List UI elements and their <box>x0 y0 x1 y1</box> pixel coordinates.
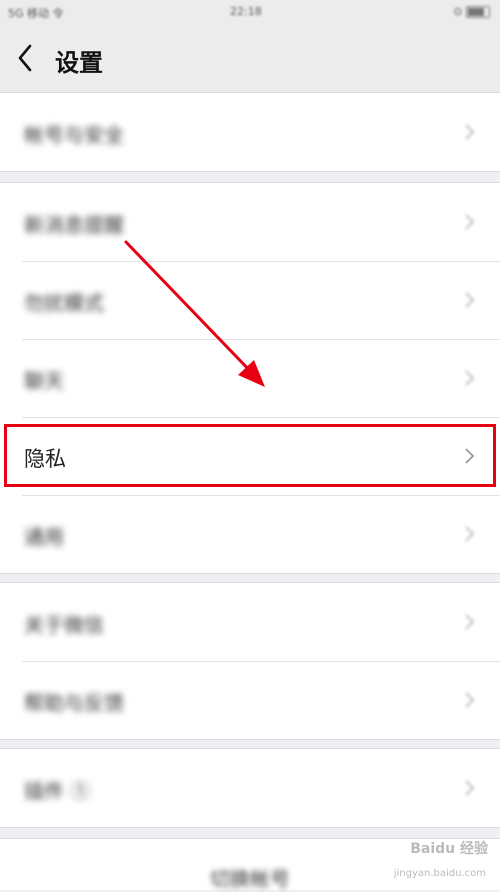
settings-item-general[interactable]: 通用 <box>0 495 500 573</box>
settings-item-plugins[interactable]: 插件 ① <box>0 749 500 827</box>
chevron-right-icon <box>465 692 475 708</box>
settings-item-label: 勿扰模式 <box>24 291 104 315</box>
settings-item-label: 通用 <box>24 525 64 549</box>
settings-item-privacy[interactable]: 隐私 <box>0 417 500 495</box>
settings-item-account-security[interactable]: 帐号与安全 <box>0 93 500 171</box>
settings-item-label: 新消息提醒 <box>24 213 124 237</box>
watermark-logo: Baidu 经验 <box>410 841 488 857</box>
settings-item-label: 帮助与反馈 <box>24 691 124 715</box>
settings-item-do-not-disturb[interactable]: 勿扰模式 <box>0 261 500 339</box>
settings-group-general: 新消息提醒 勿扰模式 聊天 隐私 通用 <box>0 182 500 574</box>
alarm-icon: ⊙ <box>453 5 463 18</box>
chevron-right-icon <box>465 124 475 140</box>
settings-item-notifications[interactable]: 新消息提醒 <box>0 183 500 261</box>
settings-group-about: 关于微信 帮助与反馈 <box>0 582 500 740</box>
chevron-left-icon <box>18 44 32 72</box>
status-icons: ⊙ <box>453 5 490 18</box>
settings-item-label: 插件 ① <box>24 779 91 803</box>
chevron-right-icon <box>465 292 475 308</box>
chevron-right-icon <box>465 370 475 386</box>
chevron-right-icon <box>465 614 475 630</box>
navigation-bar: 设置 <box>0 24 500 93</box>
page-title: 设置 <box>55 48 103 77</box>
settings-item-label: 帐号与安全 <box>24 123 124 147</box>
status-bar: 5G 移动 令 22:18 ⊙ <box>0 0 500 24</box>
clock-text: 22:18 <box>230 5 262 18</box>
settings-item-about[interactable]: 关于微信 <box>0 583 500 661</box>
carrier-text: 5G 移动 令 <box>8 7 64 20</box>
settings-item-label: 关于微信 <box>24 613 104 637</box>
settings-item-label: 隐私 <box>24 447 66 471</box>
settings-group-account: 帐号与安全 <box>0 92 500 172</box>
settings-group-plugins: 插件 ① <box>0 748 500 828</box>
battery-icon <box>466 6 490 18</box>
chevron-right-icon <box>465 214 475 230</box>
settings-item-help-feedback[interactable]: 帮助与反馈 <box>0 661 500 739</box>
chevron-right-icon <box>465 526 475 542</box>
watermark-url: jingyan.baidu.com <box>393 868 486 879</box>
settings-item-label: 聊天 <box>24 369 64 393</box>
chevron-right-icon <box>465 448 475 464</box>
back-button[interactable] <box>14 42 44 74</box>
chevron-right-icon <box>465 780 475 796</box>
settings-item-chat[interactable]: 聊天 <box>0 339 500 417</box>
